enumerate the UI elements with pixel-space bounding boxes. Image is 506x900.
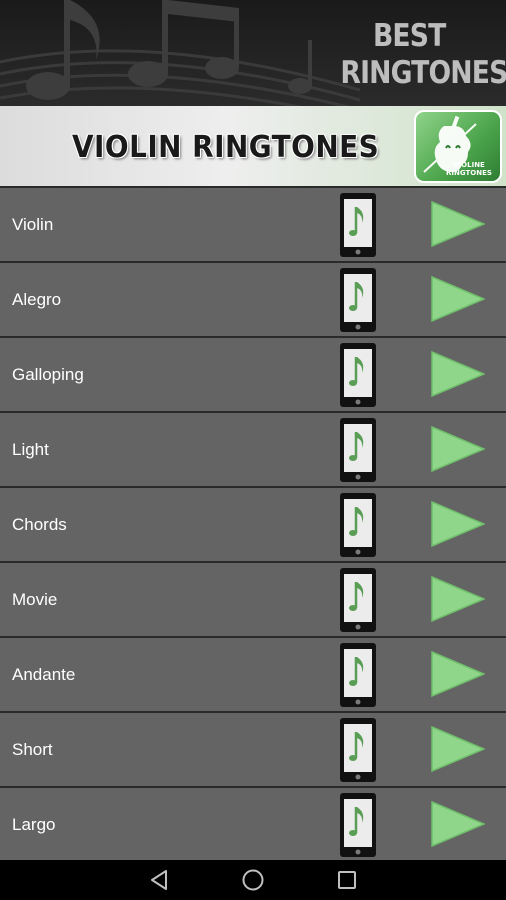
ringtone-name: Chords xyxy=(12,515,67,534)
phone-music-icon[interactable] xyxy=(340,643,376,707)
phone-music-icon[interactable] xyxy=(340,193,376,257)
brand-title-line2: RINGTONES xyxy=(340,55,506,91)
play-icon[interactable] xyxy=(431,201,485,247)
ringtone-name: Short xyxy=(12,740,53,759)
ringtone-row[interactable]: Movie xyxy=(0,563,506,636)
header-bar: VIOLIN RINGTONES VIOLINE RINGTONES xyxy=(0,106,506,186)
system-nav-bar xyxy=(0,860,506,900)
play-icon[interactable] xyxy=(431,651,485,697)
music-notes-decoration xyxy=(0,0,361,106)
ringtone-name: Alegro xyxy=(12,290,62,309)
play-icon[interactable] xyxy=(431,426,485,472)
home-circle-icon[interactable] xyxy=(241,868,265,892)
app-icon-label: VIOLINE RINGTONES xyxy=(444,161,494,177)
ringtone-row[interactable]: Light xyxy=(0,413,506,486)
play-icon[interactable] xyxy=(431,351,485,397)
phone-music-icon[interactable] xyxy=(340,268,376,332)
ringtone-row[interactable]: Alegro xyxy=(0,263,506,336)
play-icon[interactable] xyxy=(431,276,485,322)
ringtone-name: Violin xyxy=(12,215,54,234)
back-triangle-icon[interactable] xyxy=(147,868,171,892)
ringtone-name: Largo xyxy=(12,815,56,834)
ringtone-name: Galloping xyxy=(12,365,84,384)
ringtone-list: Violin Alegro Galloping Light Chords Mov… xyxy=(0,186,506,860)
ringtone-row[interactable]: Galloping xyxy=(0,338,506,411)
phone-music-icon[interactable] xyxy=(340,493,376,557)
app-icon-label-line2: RINGTONES xyxy=(446,169,492,177)
play-icon[interactable] xyxy=(431,801,485,847)
phone-music-icon[interactable] xyxy=(340,718,376,782)
ringtone-row[interactable]: Violin xyxy=(0,188,506,261)
brand-title-line1: BEST xyxy=(372,18,446,54)
play-icon[interactable] xyxy=(431,576,485,622)
ringtone-row[interactable]: Short xyxy=(0,713,506,786)
recents-square-icon[interactable] xyxy=(335,868,359,892)
ringtone-row[interactable]: Chords xyxy=(0,488,506,561)
brand-title: BEST RINGTONES xyxy=(340,18,506,92)
app-icon-label-line1: VIOLINE xyxy=(453,161,485,169)
phone-music-icon[interactable] xyxy=(340,568,376,632)
phone-music-icon[interactable] xyxy=(340,343,376,407)
play-icon[interactable] xyxy=(431,501,485,547)
ringtone-row[interactable]: Largo xyxy=(0,788,506,860)
phone-music-icon[interactable] xyxy=(340,418,376,482)
top-banner: BEST RINGTONES xyxy=(0,0,506,106)
ringtone-name: Andante xyxy=(12,665,76,684)
ringtone-name: Light xyxy=(12,440,49,459)
app-icon: VIOLINE RINGTONES xyxy=(414,110,502,183)
ringtone-name: Movie xyxy=(12,590,58,609)
phone-music-icon[interactable] xyxy=(340,793,376,857)
ringtone-row[interactable]: Andante xyxy=(0,638,506,711)
page-title: VIOLIN RINGTONES xyxy=(72,130,380,165)
play-icon[interactable] xyxy=(431,726,485,772)
